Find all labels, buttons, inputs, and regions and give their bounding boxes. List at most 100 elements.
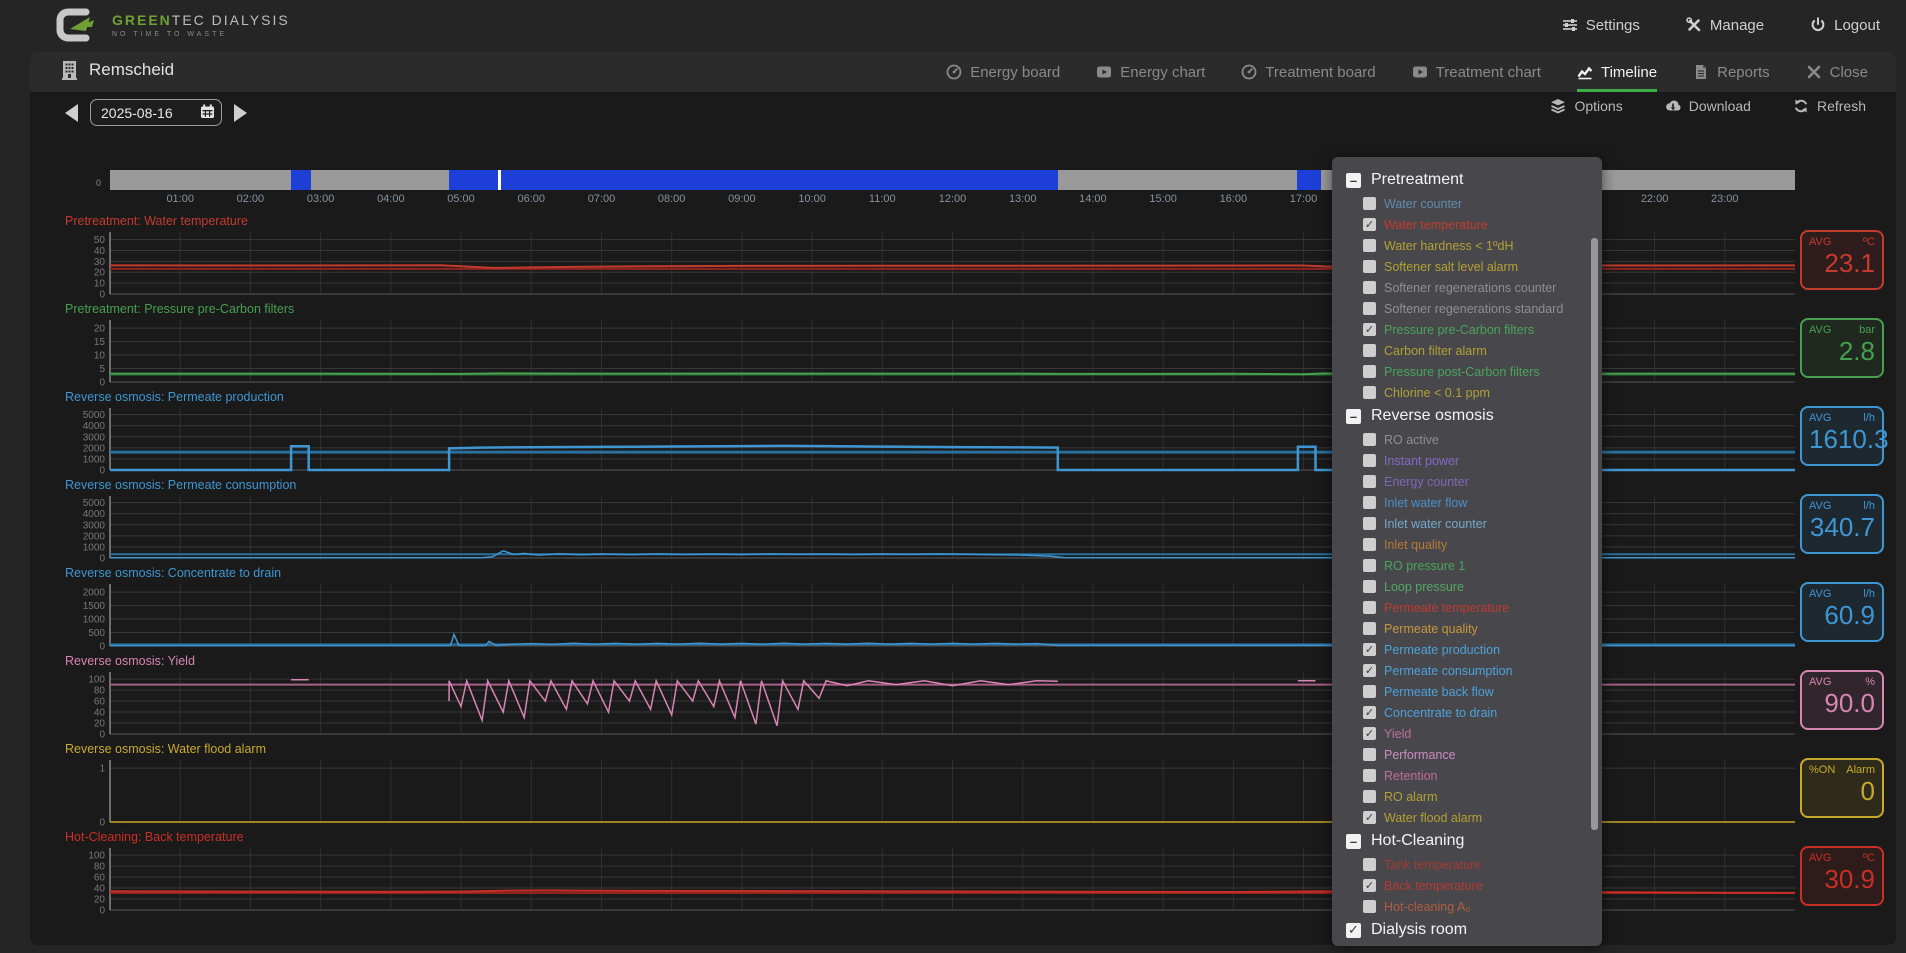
item-checkbox[interactable]: ✓	[1363, 879, 1376, 892]
item-checkbox[interactable]	[1363, 622, 1376, 635]
item-checkbox[interactable]	[1363, 790, 1376, 803]
option-item-instant-power: Instant power	[1363, 450, 1588, 471]
section-checkbox[interactable]: –	[1346, 173, 1361, 188]
greentec-logo-icon	[56, 7, 100, 43]
prev-day-button[interactable]	[65, 104, 78, 122]
svg-text:0: 0	[99, 466, 105, 475]
hour-label: 23:00	[1703, 193, 1747, 205]
chart-title: Pretreatment: Pressure pre-Carbon filter…	[65, 302, 294, 316]
item-checkbox[interactable]	[1363, 433, 1376, 446]
option-item-permeate-consumption: ✓ Permeate consumption	[1363, 660, 1588, 681]
item-checkbox[interactable]	[1363, 496, 1376, 509]
item-checkbox[interactable]: ✓	[1363, 218, 1376, 231]
option-item-softener-regenerations-standard: Softener regenerations standard	[1363, 298, 1588, 319]
item-checkbox[interactable]	[1363, 769, 1376, 782]
item-checkbox[interactable]: ✓	[1363, 664, 1376, 677]
avg-box-unit: ºC	[1863, 852, 1875, 864]
item-checkbox[interactable]	[1363, 601, 1376, 614]
section-checkbox[interactable]: ✓	[1346, 923, 1361, 938]
option-item-permeate-quality: Permeate quality	[1363, 618, 1588, 639]
chart-row-hot-cleaning-back-temperature: Hot-Cleaning: Back temperature0204060801…	[0, 828, 1906, 916]
tab-energy-chart[interactable]: Energy chart	[1096, 52, 1205, 92]
option-item-pressure-pre-carbon-filters: ✓ Pressure pre-Carbon filters	[1363, 319, 1588, 340]
hour-label: 06:00	[509, 193, 553, 205]
item-label: Loop pressure	[1384, 580, 1464, 594]
option-item-inlet-quality: Inlet quality	[1363, 534, 1588, 555]
item-checkbox[interactable]: ✓	[1363, 323, 1376, 336]
chart-title: Hot-Cleaning: Back temperature	[65, 830, 244, 844]
avg-box-label: AVG	[1809, 588, 1831, 600]
svg-text:20: 20	[94, 895, 106, 906]
tab-bar: Energy board Energy chart Treatment board T…	[946, 52, 1868, 92]
avg-box-unit: ºC	[1863, 236, 1875, 248]
calendar-icon[interactable]	[200, 104, 215, 119]
item-checkbox[interactable]	[1363, 302, 1376, 315]
item-checkbox[interactable]	[1363, 454, 1376, 467]
section-checkbox[interactable]: –	[1346, 409, 1361, 424]
tool-button-label: Options	[1574, 98, 1622, 114]
tab-timeline[interactable]: Timeline	[1577, 52, 1657, 92]
options-panel: –PretreatmentWater counter✓Water tempera…	[1332, 157, 1602, 946]
menu-label: Manage	[1710, 17, 1764, 34]
hour-label: 10:00	[790, 193, 834, 205]
item-checkbox[interactable]	[1363, 517, 1376, 530]
option-item-yield: ✓Yield	[1363, 723, 1588, 744]
item-checkbox[interactable]	[1363, 858, 1376, 871]
item-checkbox[interactable]: ✓	[1363, 811, 1376, 824]
section-checkbox[interactable]: –	[1346, 834, 1361, 849]
item-checkbox[interactable]	[1363, 580, 1376, 593]
item-checkbox[interactable]: ✓	[1363, 706, 1376, 719]
hour-label: 02:00	[228, 193, 272, 205]
tab-treatment-chart[interactable]: Treatment chart	[1412, 52, 1541, 92]
section-label: Hot-Cleaning	[1371, 832, 1464, 850]
item-checkbox[interactable]	[1363, 344, 1376, 357]
option-item-water-counter: Water counter	[1363, 193, 1588, 214]
item-checkbox[interactable]	[1363, 900, 1376, 913]
item-label: Water counter	[1384, 197, 1462, 211]
option-item-softener-regenerations-counter: Softener regenerations counter	[1363, 277, 1588, 298]
tab-reports[interactable]: Reports	[1693, 52, 1770, 92]
download-icon	[1665, 98, 1681, 114]
item-checkbox[interactable]	[1363, 365, 1376, 378]
section-header-dialysis-room: ✓Dialysis room	[1346, 917, 1588, 943]
tab-treatment-board[interactable]: Treatment board	[1241, 52, 1375, 92]
option-item-carbon-filter-alarm: Carbon filter alarm	[1363, 340, 1588, 361]
tab-close[interactable]: Close	[1806, 52, 1868, 92]
section-label: Pretreatment	[1371, 171, 1463, 189]
item-checkbox[interactable]	[1363, 260, 1376, 273]
item-checkbox[interactable]	[1363, 197, 1376, 210]
menu-manage[interactable]: Manage	[1686, 17, 1764, 34]
refresh-button[interactable]: Refresh	[1793, 98, 1866, 114]
item-checkbox[interactable]	[1363, 475, 1376, 488]
item-label: Hot-cleaning A₀	[1384, 900, 1471, 914]
item-checkbox[interactable]	[1363, 281, 1376, 294]
item-checkbox[interactable]	[1363, 386, 1376, 399]
item-checkbox[interactable]: ✓	[1363, 727, 1376, 740]
menu-logout[interactable]: Logout	[1810, 17, 1880, 34]
item-checkbox[interactable]	[1363, 239, 1376, 252]
options-panel-scrollbar[interactable]	[1591, 238, 1598, 830]
item-checkbox[interactable]	[1363, 748, 1376, 761]
next-day-button[interactable]	[234, 104, 247, 122]
gauge-icon	[1241, 64, 1257, 80]
item-label: Permeate consumption	[1384, 664, 1513, 678]
item-checkbox[interactable]	[1363, 685, 1376, 698]
item-label: Inlet water counter	[1384, 517, 1487, 531]
tab-energy-board[interactable]: Energy board	[946, 52, 1060, 92]
tab-label: Energy chart	[1120, 64, 1205, 81]
download-button[interactable]: Download	[1665, 98, 1751, 114]
chart-title: Reverse osmosis: Water flood alarm	[65, 742, 266, 756]
item-checkbox[interactable]	[1363, 538, 1376, 551]
reports-icon	[1693, 64, 1709, 80]
svg-text:3000: 3000	[83, 432, 106, 443]
menu-settings[interactable]: Settings	[1562, 17, 1640, 34]
option-item-hot-cleaning-a: Hot-cleaning A₀	[1363, 896, 1588, 917]
item-checkbox[interactable]	[1363, 559, 1376, 572]
item-label: Pressure pre-Carbon filters	[1384, 323, 1534, 337]
tab-label: Timeline	[1601, 64, 1657, 81]
svg-text:0: 0	[99, 906, 105, 915]
options-button[interactable]: Options	[1550, 98, 1622, 114]
chart-row-reverse-osmosis-concentrate-to-drain: Reverse osmosis: Concentrate to drain050…	[0, 564, 1906, 652]
svg-text:80: 80	[94, 686, 106, 697]
item-checkbox[interactable]: ✓	[1363, 643, 1376, 656]
